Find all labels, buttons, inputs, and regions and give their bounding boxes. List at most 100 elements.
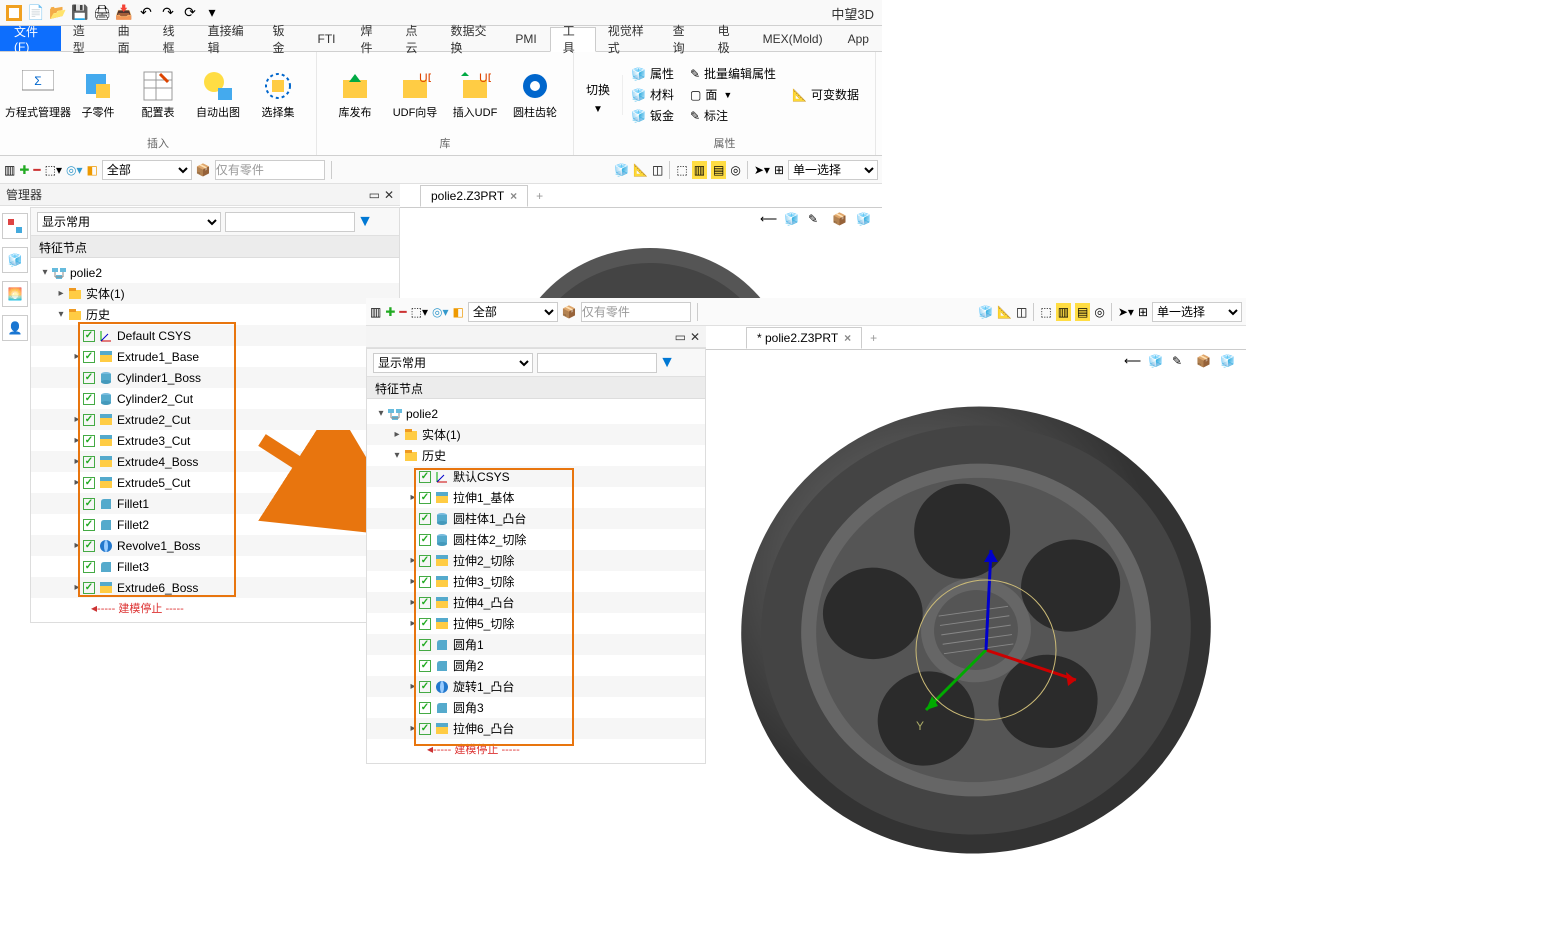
feature-item[interactable]: ✓圆角3 — [367, 697, 705, 718]
tab-pmi[interactable]: PMI — [503, 26, 549, 51]
tab-query[interactable]: 查询 — [661, 26, 706, 51]
feature-item[interactable]: ✓默认CSYS — [367, 466, 705, 487]
single-select[interactable]: 单一选择 — [788, 160, 878, 180]
parts-only-input[interactable] — [215, 160, 325, 180]
undo-icon[interactable]: ↶ — [138, 5, 154, 21]
close-icon[interactable]: ✕ — [384, 188, 394, 202]
tree-entities[interactable]: ▸实体(1) — [367, 424, 705, 445]
tab-visual[interactable]: 视觉样式 — [596, 26, 661, 51]
parts-only-input[interactable] — [581, 302, 691, 322]
attr-face[interactable]: ▢面▼ — [690, 86, 732, 103]
feature-item[interactable]: ✓Cylinder1_Boss — [31, 367, 399, 388]
tab-surface[interactable]: 曲面 — [106, 26, 151, 51]
target-icon[interactable]: ◎▾ — [66, 163, 83, 177]
btn-equation-manager[interactable]: Σ方程式管理器 — [8, 70, 68, 120]
display-select[interactable]: 显示常用 — [37, 212, 221, 232]
tb-icon[interactable]: ▥ — [4, 163, 15, 177]
tree-root[interactable]: ▾polie2 — [367, 403, 705, 424]
tab-weld[interactable]: 焊件 — [349, 26, 394, 51]
feature-item[interactable]: ▸✓拉伸2_切除 — [367, 550, 705, 571]
filter-all-select[interactable]: 全部 — [102, 160, 192, 180]
display-select[interactable]: 显示常用 — [373, 353, 533, 373]
tb-highlight-icon[interactable]: ▥ — [1056, 303, 1071, 321]
tab-exchange[interactable]: 数据交换 — [438, 26, 503, 51]
tb-arrow-icon[interactable]: ➤▾ — [754, 163, 770, 177]
feature-item[interactable]: ✓圆柱体1_凸台 — [367, 508, 705, 529]
save-icon[interactable]: 💾 — [72, 5, 88, 21]
sidetab-user[interactable]: 👤 — [2, 315, 28, 341]
sidetab-tree[interactable] — [2, 213, 28, 239]
tree-history[interactable]: ▾历史 — [367, 445, 705, 466]
btn-autodrawing[interactable]: 自动出图 — [188, 70, 248, 120]
doc-tab[interactable]: * polie2.Z3PRT× — [746, 327, 862, 349]
attr-vardata[interactable]: 📐可变数据 — [792, 86, 859, 103]
btn-subpart[interactable]: 子零件 — [68, 70, 128, 120]
feature-item[interactable]: ✓Cylinder2_Cut — [31, 388, 399, 409]
target-icon[interactable]: ◎▾ — [432, 305, 449, 319]
tb-view-icon[interactable]: ⬚ — [676, 163, 687, 177]
new-tab-icon[interactable]: + — [862, 331, 885, 345]
feature-item[interactable]: ✓Default CSYS — [31, 325, 399, 346]
btn-lib-publish[interactable]: 库发布 — [325, 70, 385, 120]
minimize-icon[interactable]: ▭ — [675, 330, 686, 344]
btn-udf-wizard[interactable]: UDFUDF向导 — [385, 70, 445, 120]
feature-item[interactable]: ▸✓旋转1_凸台 — [367, 676, 705, 697]
feature-item[interactable]: ▸✓拉伸1_基体 — [367, 487, 705, 508]
tab-fti[interactable]: FTI — [306, 26, 349, 51]
attr-sheetmetal[interactable]: 🧊钣金 — [631, 107, 674, 124]
tb-view-icon[interactable]: ◫ — [1016, 305, 1027, 319]
tb-circle-icon[interactable]: ◎ — [1094, 305, 1104, 319]
open-icon[interactable]: 📂 — [50, 5, 66, 21]
btn-gear[interactable]: 圆柱齿轮 — [505, 70, 565, 120]
btn-selectionset[interactable]: 选择集 — [248, 70, 308, 120]
tab-sheetmetal[interactable]: 钣金 — [261, 26, 306, 51]
tb-view-icon[interactable]: 🧊 — [614, 163, 629, 177]
tree-entities[interactable]: ▸实体(1) — [31, 283, 399, 304]
close-icon[interactable]: ✕ — [690, 330, 700, 344]
tb-view-icon[interactable]: 📐 — [633, 163, 648, 177]
btn-insert-udf[interactable]: UDF插入UDF — [445, 70, 505, 120]
attr-material[interactable]: 🧊材料 — [631, 86, 674, 103]
single-select[interactable]: 单一选择 — [1152, 302, 1242, 322]
minimize-icon[interactable]: ▭ — [369, 188, 380, 202]
part-filter-icon[interactable]: 📦 — [562, 305, 577, 319]
tb-view-icon[interactable]: ◫ — [652, 163, 663, 177]
tree-root[interactable]: ▾polie2 — [31, 262, 399, 283]
viewport-2[interactable]: ⟵ 🧊 ✎ 📦 🧊 — [706, 350, 1246, 890]
feature-item[interactable]: ▸✓拉伸3_切除 — [367, 571, 705, 592]
tab-modeling[interactable]: 造型 — [61, 26, 106, 51]
refresh-icon[interactable]: ⟳ — [182, 5, 198, 21]
tb-arrow-icon[interactable]: ➤▾ — [1118, 305, 1134, 319]
tab-app[interactable]: App — [836, 26, 882, 51]
switch-label[interactable]: 切换 — [582, 75, 614, 104]
print-icon[interactable]: 🖨 — [94, 5, 110, 21]
vp-icon[interactable]: ✎ — [808, 212, 828, 232]
chevron-down-icon[interactable]: ▼ — [723, 90, 732, 100]
tb-circle-icon[interactable]: ◎ — [730, 163, 740, 177]
chevron-down-icon[interactable]: ▼ — [593, 104, 603, 115]
remove-icon[interactable]: ━ — [399, 305, 406, 319]
feature-item[interactable]: ▸✓Extrude1_Base — [31, 346, 399, 367]
btn-config-table[interactable]: 配置表 — [128, 70, 188, 120]
sidetab-appearance[interactable]: 🌅 — [2, 281, 28, 307]
tb-highlight-icon[interactable]: ▥ — [692, 161, 707, 179]
new-tab-icon[interactable]: + — [528, 189, 551, 203]
cube-icon[interactable]: ◧ — [453, 305, 464, 319]
tab-wireframe[interactable]: 线框 — [151, 26, 196, 51]
part-filter-icon[interactable]: 📦 — [196, 163, 211, 177]
tree-search-input[interactable] — [537, 353, 657, 373]
tb-highlight-icon[interactable]: ▤ — [711, 161, 726, 179]
doc-tab[interactable]: polie2.Z3PRT× — [420, 185, 528, 207]
feature-item[interactable]: ▸✓Extrude2_Cut — [31, 409, 399, 430]
attr-batch-edit[interactable]: ✎批量编辑属性 — [690, 65, 776, 82]
tab-directedit[interactable]: 直接编辑 — [196, 26, 261, 51]
redo-icon[interactable]: ↷ — [160, 5, 176, 21]
dropdown-icon[interactable]: ▾ — [204, 5, 220, 21]
import-icon[interactable]: 📥 — [116, 5, 132, 21]
file-menu[interactable]: 文件(F) — [0, 26, 61, 51]
sidetab-view[interactable]: 🧊 — [2, 247, 28, 273]
remove-icon[interactable]: ━ — [33, 163, 40, 177]
feature-item[interactable]: ✓Fillet3 — [31, 556, 399, 577]
filter-icon[interactable]: ▼ — [657, 353, 677, 373]
vp-icon[interactable]: 📦 — [832, 212, 852, 232]
